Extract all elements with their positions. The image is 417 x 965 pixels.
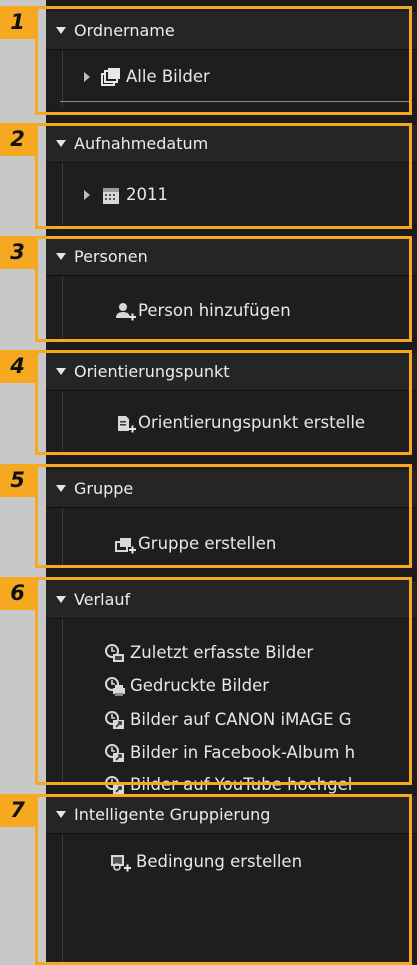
uploaded-history-icon xyxy=(105,711,124,729)
section-body: Orientierungspunkt erstelle xyxy=(46,391,417,451)
section-date: Aufnahmedatum 2011 xyxy=(46,125,417,225)
create-group-button[interactable]: Gruppe erstellen xyxy=(114,529,404,559)
section-title: Personen xyxy=(74,247,148,266)
expand-arrow-icon[interactable] xyxy=(84,72,90,82)
calendar-icon xyxy=(103,188,119,204)
section-smart-grouping: Intelligente Gruppierung Bedingung erste… xyxy=(46,796,417,965)
add-person-button[interactable]: Person hinzufügen xyxy=(114,296,404,326)
landmark-add-icon xyxy=(118,416,136,433)
create-landmark-button[interactable]: Orientierungspunkt erstelle xyxy=(114,408,417,438)
section-header-orientierungspunkt[interactable]: Orientierungspunkt xyxy=(46,353,417,391)
history-item-facebook[interactable]: Bilder in Facebook-Album h xyxy=(104,738,417,768)
tree-guide-line xyxy=(62,50,63,107)
section-body: Bedingung erstellen xyxy=(46,834,417,965)
collapse-triangle-icon[interactable] xyxy=(56,27,66,34)
collapse-triangle-icon[interactable] xyxy=(56,596,66,603)
create-group-label: Gruppe erstellen xyxy=(138,534,277,553)
divider xyxy=(60,101,411,102)
section-title: Intelligente Gruppierung xyxy=(74,805,271,824)
history-item-printed[interactable]: Gedruckte Bilder xyxy=(104,671,417,701)
person-add-icon xyxy=(116,303,136,321)
tree-item-label: 2011 xyxy=(126,185,168,204)
callout-badge-4: 4 xyxy=(0,350,35,383)
section-group: Gruppe Gruppe erstellen xyxy=(46,470,417,566)
section-body: Gruppe erstellen xyxy=(46,508,417,566)
create-condition-button[interactable]: Bedingung erstellen xyxy=(109,847,399,877)
condition-add-icon xyxy=(111,855,131,872)
section-persons: Personen Person hinzufügen xyxy=(46,238,417,338)
section-landmark: Orientierungspunkt Orientierungspunkt er… xyxy=(46,353,417,451)
printed-history-icon xyxy=(105,677,125,696)
tree-guide-line xyxy=(62,276,63,338)
collapse-triangle-icon[interactable] xyxy=(56,811,66,818)
section-header-aufnahmedatum[interactable]: Aufnahmedatum xyxy=(46,125,417,163)
folder-stack-icon xyxy=(101,68,120,86)
history-item-label: Gedruckte Bilder xyxy=(130,676,270,695)
uploaded-history-icon xyxy=(105,744,124,762)
tree-item-label: Alle Bilder xyxy=(126,67,210,86)
add-person-label: Person hinzufügen xyxy=(138,301,291,320)
group-add-icon xyxy=(115,538,136,554)
section-header-ordnername[interactable]: Ordnername xyxy=(46,12,417,50)
section-title: Verlauf xyxy=(74,590,131,609)
collapse-triangle-icon[interactable] xyxy=(56,140,66,147)
history-item-canon[interactable]: Bilder auf CANON iMAGE G xyxy=(104,705,417,735)
section-folder: Ordnername Alle Bilder xyxy=(46,12,417,107)
tree-guide-line xyxy=(62,391,63,451)
callout-badge-6: 6 xyxy=(0,577,35,610)
collapse-triangle-icon[interactable] xyxy=(56,485,66,492)
callout-badge-1: 1 xyxy=(0,6,35,39)
tree-item-alle-bilder[interactable]: Alle Bilder xyxy=(84,62,404,92)
tree-guide-line xyxy=(62,834,63,965)
section-header-verlauf[interactable]: Verlauf xyxy=(46,581,417,619)
section-body: 2011 xyxy=(46,163,417,225)
section-body: Zuletzt erfasste Bilder Gedruckte Bilder xyxy=(46,619,417,794)
section-body: Alle Bilder xyxy=(46,50,417,107)
section-title: Ordnername xyxy=(74,21,175,40)
section-header-personen[interactable]: Personen xyxy=(46,238,417,276)
callout-badge-2: 2 xyxy=(0,123,35,156)
expand-arrow-icon[interactable] xyxy=(84,190,90,200)
callout-badge-5: 5 xyxy=(0,464,35,497)
history-item-label: Zuletzt erfasste Bilder xyxy=(130,643,314,662)
tree-item-2011[interactable]: 2011 xyxy=(84,180,404,210)
section-title: Gruppe xyxy=(74,479,134,498)
tree-guide-line xyxy=(62,508,63,566)
history-item-label: Bilder auf CANON iMAGE G xyxy=(130,710,352,729)
collapse-triangle-icon[interactable] xyxy=(56,253,66,260)
section-history: Verlauf Zuletzt erfasste Bilder Gedruckt… xyxy=(46,581,417,794)
history-item-label: Bilder in Facebook-Album h xyxy=(130,743,356,762)
callout-badge-3: 3 xyxy=(0,236,35,269)
tree-guide-line xyxy=(62,619,63,781)
history-item-recent[interactable]: Zuletzt erfasste Bilder xyxy=(104,638,417,668)
section-body: Person hinzufügen xyxy=(46,276,417,338)
collapse-triangle-icon[interactable] xyxy=(56,368,66,375)
recent-captured-icon xyxy=(105,644,124,662)
section-header-intelligente-gruppierung[interactable]: Intelligente Gruppierung xyxy=(46,796,417,834)
tree-guide-line xyxy=(62,163,63,225)
section-title: Aufnahmedatum xyxy=(74,134,209,153)
section-header-gruppe[interactable]: Gruppe xyxy=(46,470,417,508)
uploaded-history-icon xyxy=(105,776,124,794)
create-landmark-label: Orientierungspunkt erstelle xyxy=(138,413,366,432)
create-condition-label: Bedingung erstellen xyxy=(136,852,303,871)
section-title: Orientierungspunkt xyxy=(74,362,230,381)
callout-badge-7: 7 xyxy=(0,794,35,827)
navigation-panel: Ordnername Alle Bilder Aufnahmedatum 201… xyxy=(46,0,417,965)
